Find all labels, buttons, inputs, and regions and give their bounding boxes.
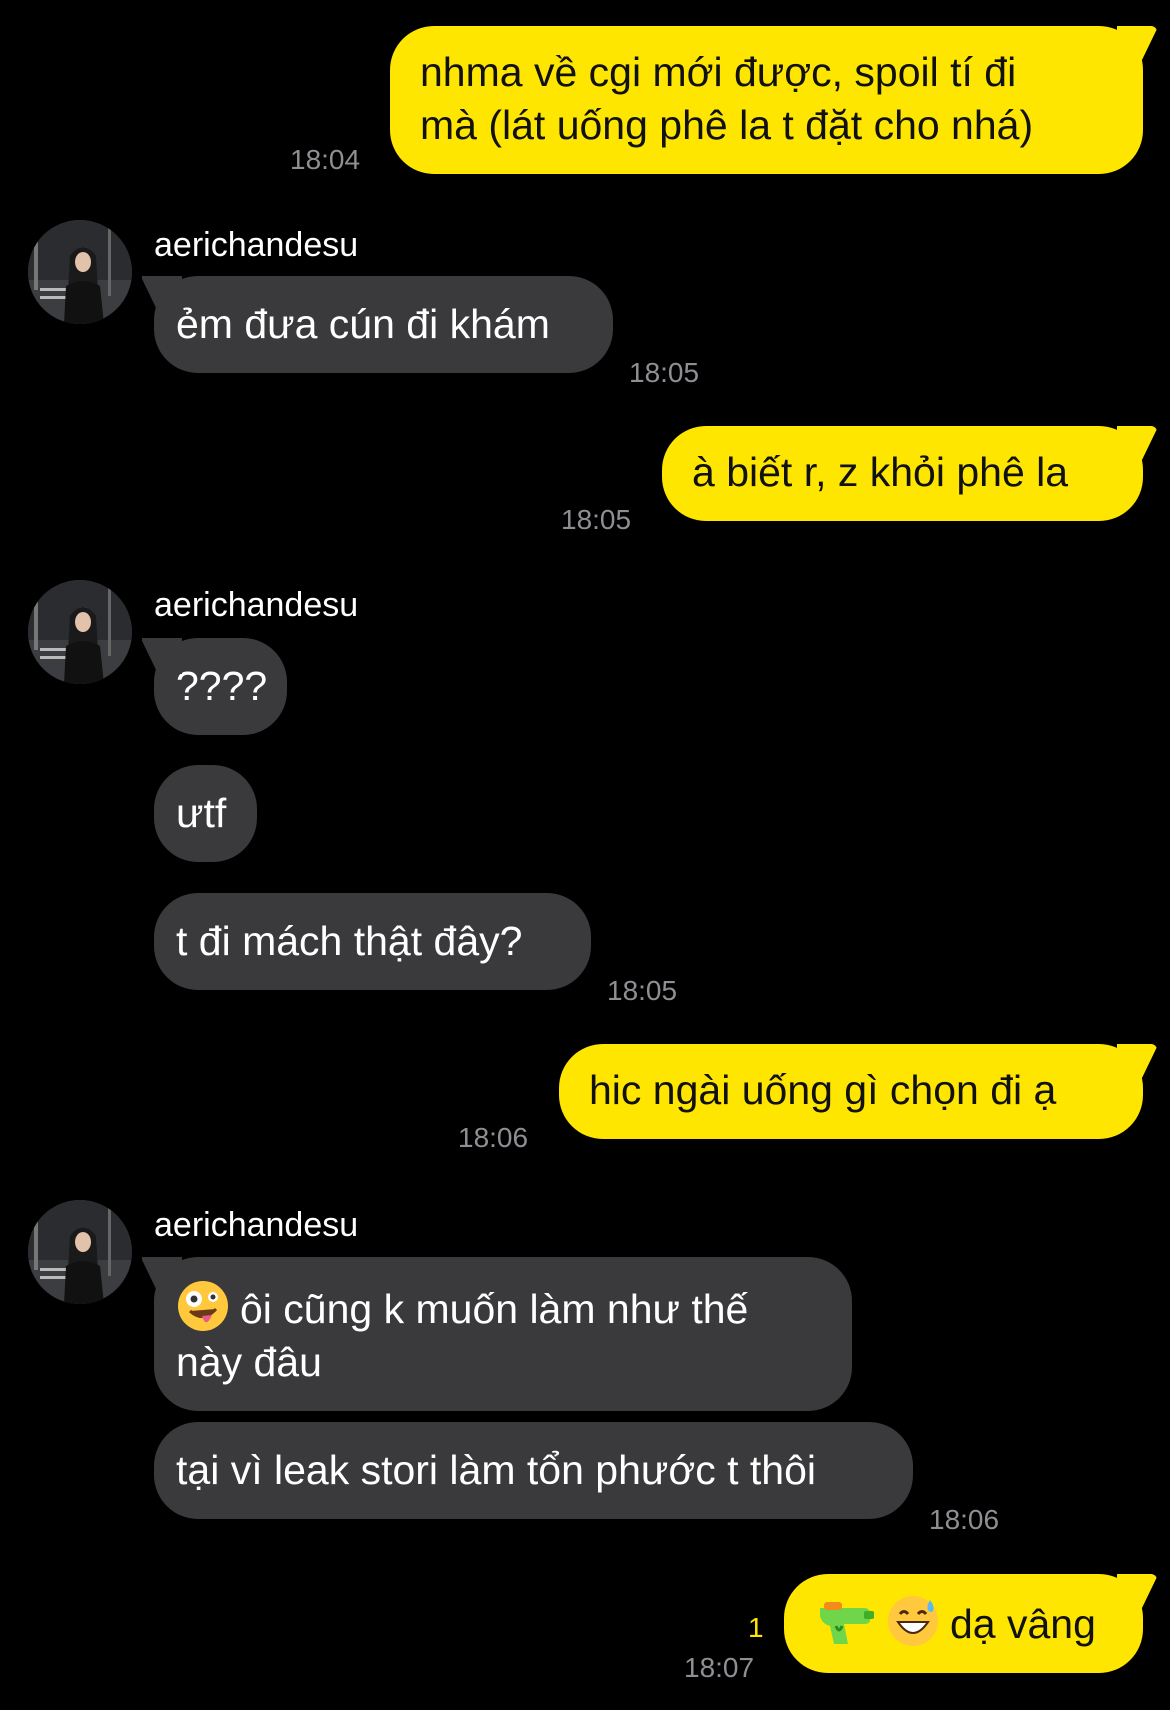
grinning-sweat-icon bbox=[886, 1594, 940, 1648]
timestamp: 18:05 bbox=[629, 357, 700, 388]
timestamp: 18:06 bbox=[458, 1122, 529, 1153]
incoming-message[interactable]: ưtf bbox=[154, 765, 257, 862]
contact-avatar[interactable] bbox=[28, 1200, 132, 1304]
timestamp: 18:06 bbox=[929, 1504, 1000, 1535]
outgoing-message[interactable]: à biết r, z khỏi phê la bbox=[662, 426, 1143, 521]
timestamp: 18:07 bbox=[684, 1652, 755, 1683]
sender-name: aerichandesu bbox=[154, 586, 359, 624]
sender-name: aerichandesu bbox=[154, 226, 359, 264]
message-line: nhma về cgi mới được, spoil tí đi bbox=[420, 49, 1017, 95]
message-line: ôi cũng k muốn làm như thế bbox=[240, 1286, 749, 1332]
incoming-message[interactable]: t đi mách thật đây? bbox=[154, 893, 591, 990]
outgoing-message[interactable]: nhma về cgi mới được, spoil tí đi mà (lá… bbox=[390, 26, 1143, 174]
message-line: này đâu bbox=[176, 1339, 322, 1385]
contact-avatar[interactable] bbox=[28, 580, 132, 684]
message-text: dạ vâng bbox=[950, 1601, 1096, 1647]
incoming-message[interactable]: ???? bbox=[154, 638, 287, 735]
outgoing-message[interactable]: dạ vâng bbox=[784, 1574, 1143, 1673]
timestamp: 18:05 bbox=[607, 975, 678, 1006]
water-pistol-icon bbox=[814, 1598, 876, 1648]
outgoing-message[interactable]: hic ngài uống gì chọn đi ạ bbox=[559, 1044, 1143, 1139]
incoming-message[interactable]: tại vì leak stori làm tổn phước t thôi bbox=[154, 1422, 913, 1519]
message-line: mà (lát uống phê la t đặt cho nhá) bbox=[420, 102, 1034, 148]
contact-avatar[interactable] bbox=[28, 220, 132, 324]
sender-name: aerichandesu bbox=[154, 1206, 359, 1244]
incoming-message[interactable]: ẻm đưa cún đi khám bbox=[154, 276, 613, 373]
zany-face-icon bbox=[176, 1279, 230, 1333]
timestamp: 18:05 bbox=[561, 504, 632, 535]
timestamp: 18:04 bbox=[290, 144, 361, 175]
chat-thread: 18:04 nhma về cgi mới được, spoil tí đi … bbox=[0, 0, 1170, 1710]
unread-count: 1 bbox=[748, 1612, 764, 1643]
incoming-message[interactable]: ôi cũng k muốn làm như thế này đâu bbox=[154, 1257, 852, 1411]
